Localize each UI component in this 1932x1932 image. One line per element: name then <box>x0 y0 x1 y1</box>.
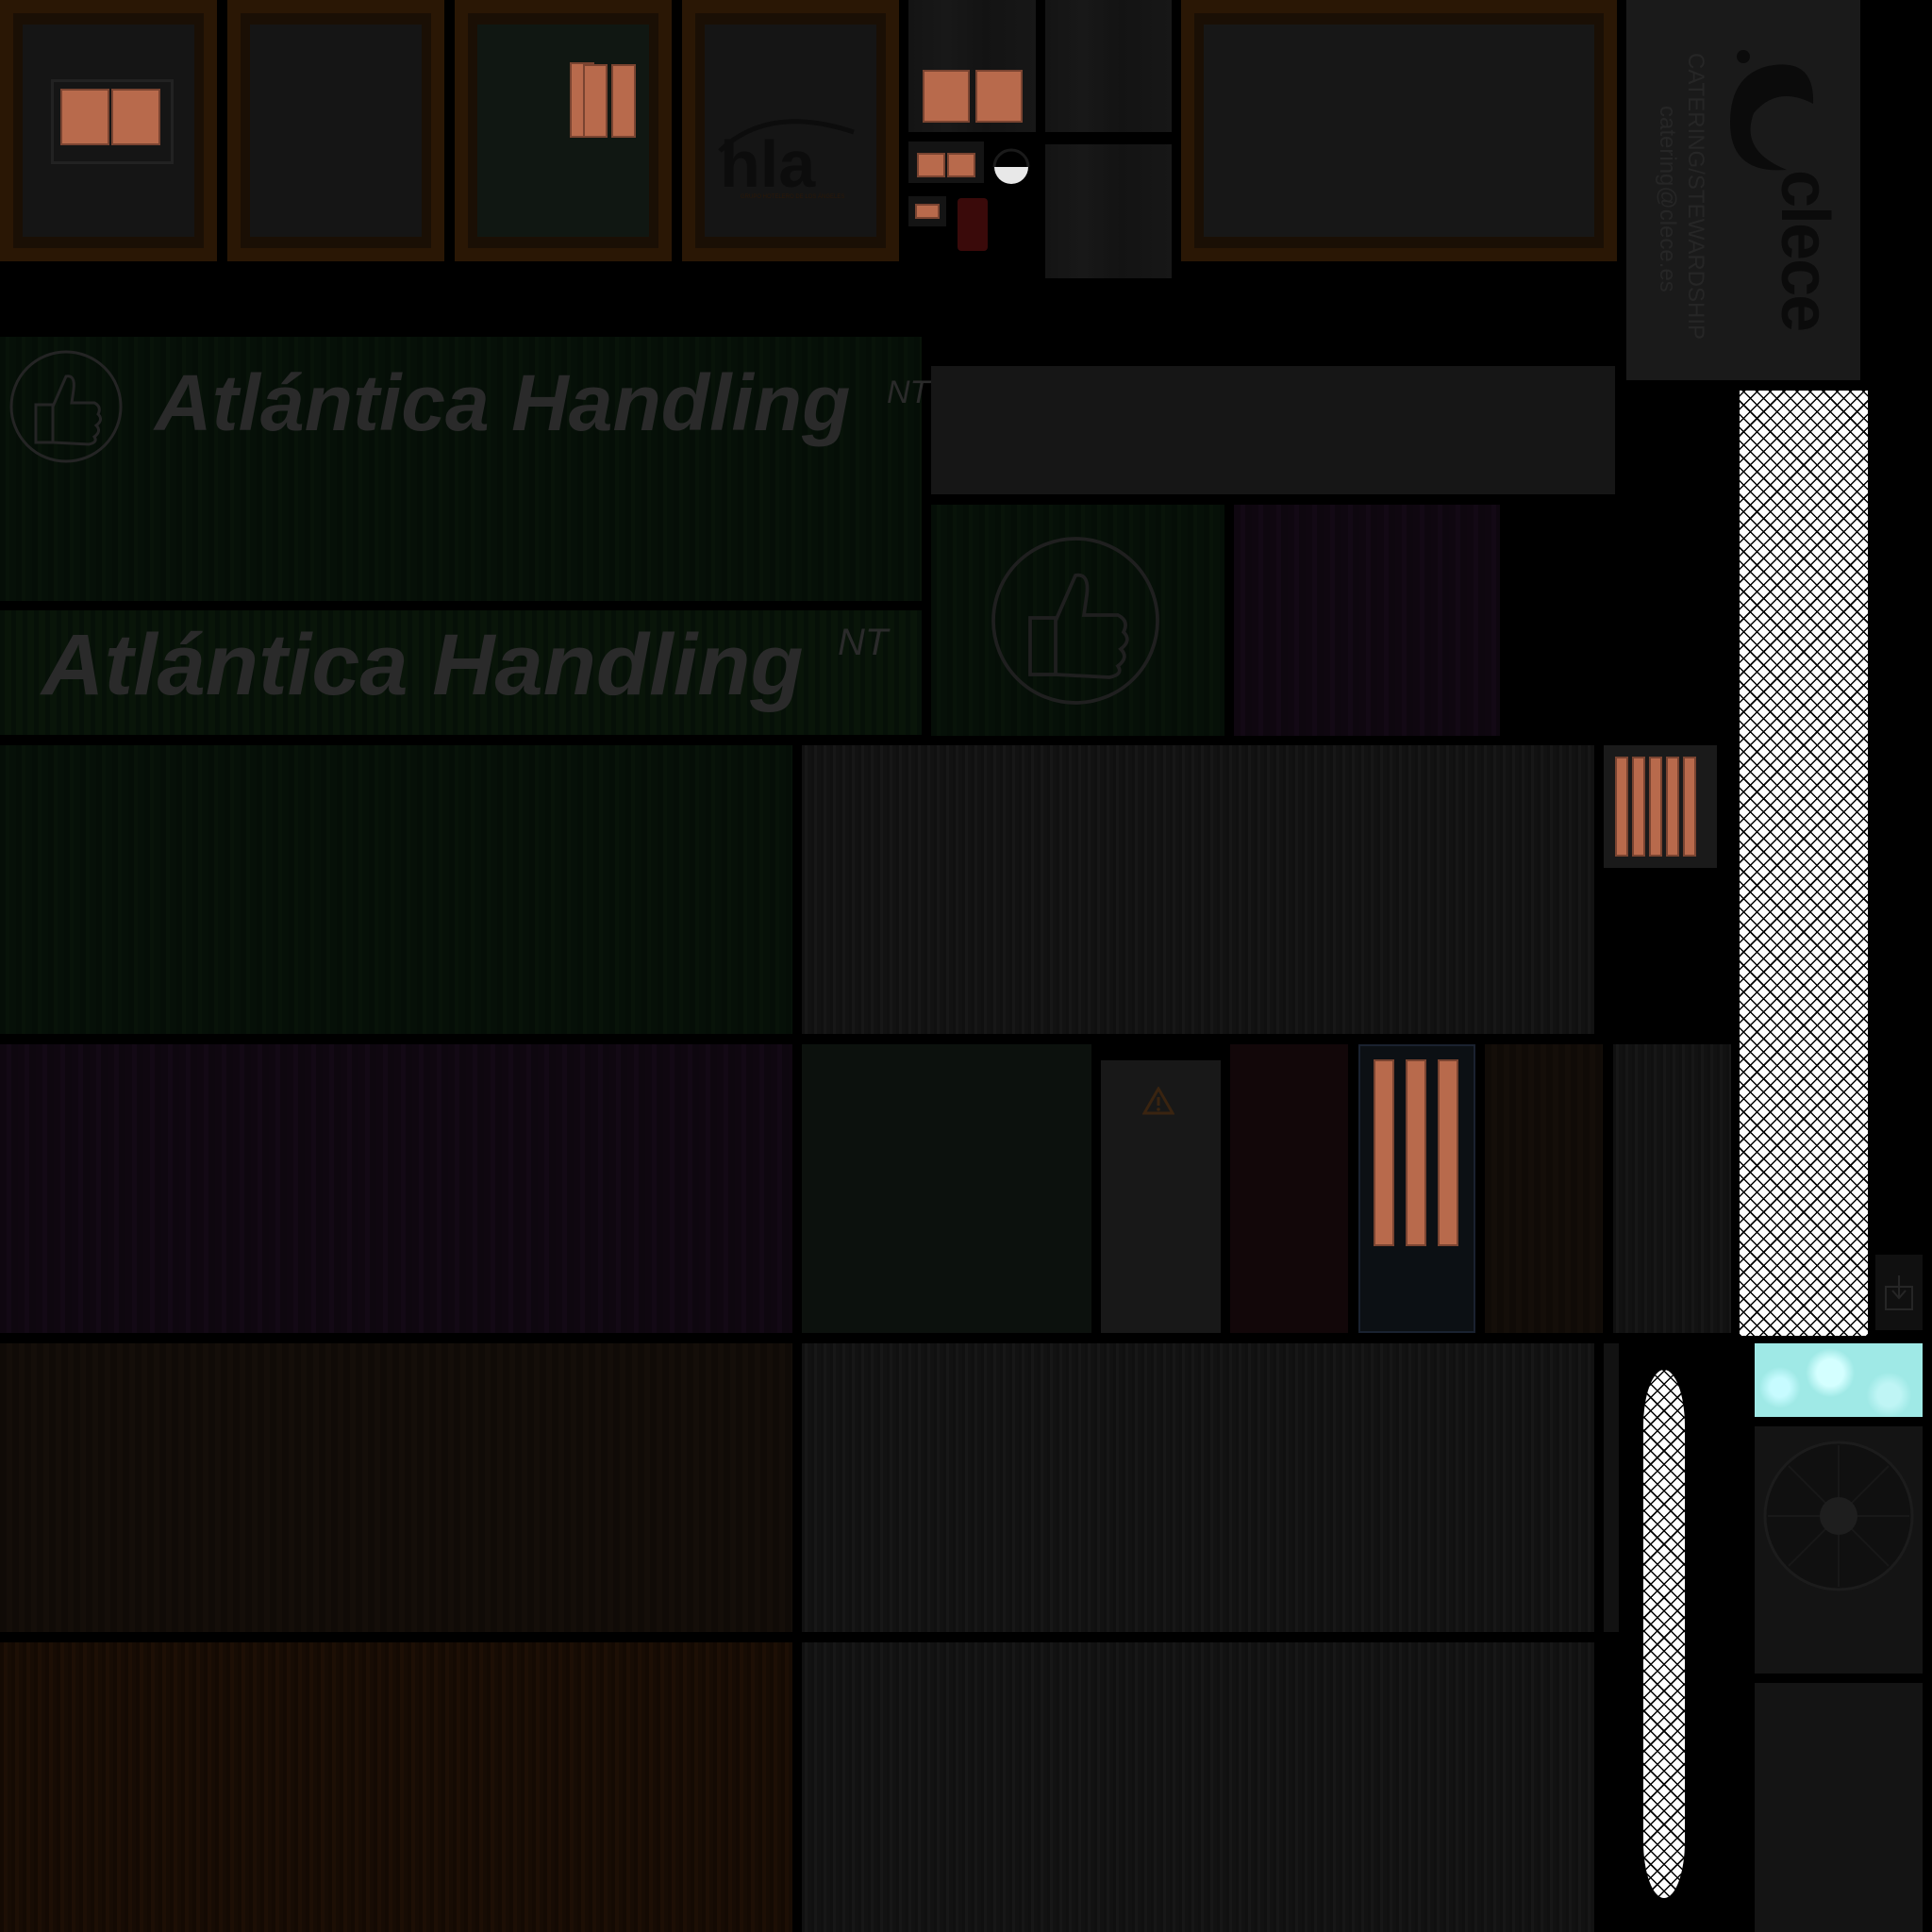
clece-brand-text: clece <box>1767 170 1842 331</box>
window-glow-pane <box>975 70 1023 123</box>
thumbs-up-tile <box>931 505 1224 736</box>
texture-orange-large <box>0 1642 792 1932</box>
clece-logo-mark <box>1730 50 1814 171</box>
window-panel-2-inner <box>250 25 422 237</box>
window-glow-pane <box>583 64 608 138</box>
vent-tile <box>1604 745 1717 868</box>
texture-green-large <box>0 745 792 1034</box>
atlantica-brand-top: Atlántica Handling <box>155 358 851 447</box>
atlantica-sign-top: Atlántica Handling NT <box>0 337 929 601</box>
window-glow-pane <box>60 89 109 145</box>
tile-gray-square <box>1045 0 1172 132</box>
thumbs-up-icon <box>9 350 123 463</box>
mesh-pole <box>1643 1370 1685 1898</box>
vent-glow-slat <box>1632 757 1645 857</box>
ac-unit-base-tile <box>1755 1683 1923 1932</box>
door-gray-tile <box>1613 1044 1731 1333</box>
window-glow-pane <box>915 204 940 219</box>
vent-glow-slat <box>1649 757 1662 857</box>
hla-logo: hla GRUPO HOTELERO DE LOS ÁNGELES <box>718 119 855 201</box>
export-icon <box>1885 1275 1913 1310</box>
hla-logo-mark: hla <box>720 127 816 201</box>
atlantica-brand-bottom: Atlántica Handling <box>42 617 804 713</box>
window-glow-pane <box>923 70 970 123</box>
texture-gray-large <box>802 745 1594 1034</box>
window-panel-2 <box>227 0 444 261</box>
window-panel-3 <box>455 0 672 261</box>
atlantica-sup-top: NT <box>887 375 930 410</box>
tile-gray-bar <box>931 366 1615 494</box>
texture-dark-green <box>802 1044 1091 1333</box>
door-warning-tile <box>1101 1060 1221 1333</box>
window-glow-pane <box>947 153 975 177</box>
door-brown-tile <box>1485 1044 1603 1333</box>
thin-strip <box>1604 1343 1619 1632</box>
tile-gray-square <box>1045 144 1172 278</box>
thumbs-up-icon <box>991 537 1159 705</box>
hla-logo-tagline: GRUPO HOTELERO DE LOS ÁNGELES <box>741 193 844 200</box>
window-panel-wide <box>1181 0 1617 261</box>
warning-icon <box>1142 1087 1174 1115</box>
export-tile <box>1875 1255 1923 1330</box>
vent-glow-slat <box>1683 757 1696 857</box>
window-glow-pane <box>917 153 945 177</box>
window-panel-1 <box>0 0 217 261</box>
atlantica-sign-bottom: Atlántica Handling NT <box>0 610 922 735</box>
texture-gray-large-3 <box>802 1642 1594 1932</box>
window-panel-wide-inner <box>1204 25 1594 237</box>
texture-brown-large <box>0 1343 792 1632</box>
dome-lamp <box>992 148 1030 184</box>
door-glow-panel <box>1438 1059 1458 1246</box>
clece-sign: clece CATERING/STEWARDSHIP catering@clec… <box>1626 0 1860 380</box>
window-glow-pane <box>611 64 636 138</box>
clece-service-text: CATERING/STEWARDSHIP <box>1683 53 1708 341</box>
atlantica-sup-bottom: NT <box>838 622 889 663</box>
texture-gray-large-2 <box>802 1343 1594 1632</box>
door-glow-panel <box>1374 1059 1394 1246</box>
clece-email-text: catering@clece.es <box>1655 106 1680 292</box>
vent-glow-slat <box>1666 757 1679 857</box>
vent-glow-slat <box>1615 757 1628 857</box>
red-light <box>958 198 988 251</box>
door-maroon-tile <box>1230 1044 1348 1333</box>
mesh-fence-tall <box>1740 391 1868 1336</box>
door-glow-panel <box>1406 1059 1426 1246</box>
texture-purple-large <box>0 1044 792 1333</box>
ac-unit-tile <box>1755 1426 1923 1674</box>
fan-icon <box>1763 1441 1914 1591</box>
water-tile <box>1755 1343 1923 1417</box>
tile-maroon <box>1234 505 1500 736</box>
glass-door-tile <box>1358 1044 1475 1333</box>
window-glow-pane <box>111 89 160 145</box>
